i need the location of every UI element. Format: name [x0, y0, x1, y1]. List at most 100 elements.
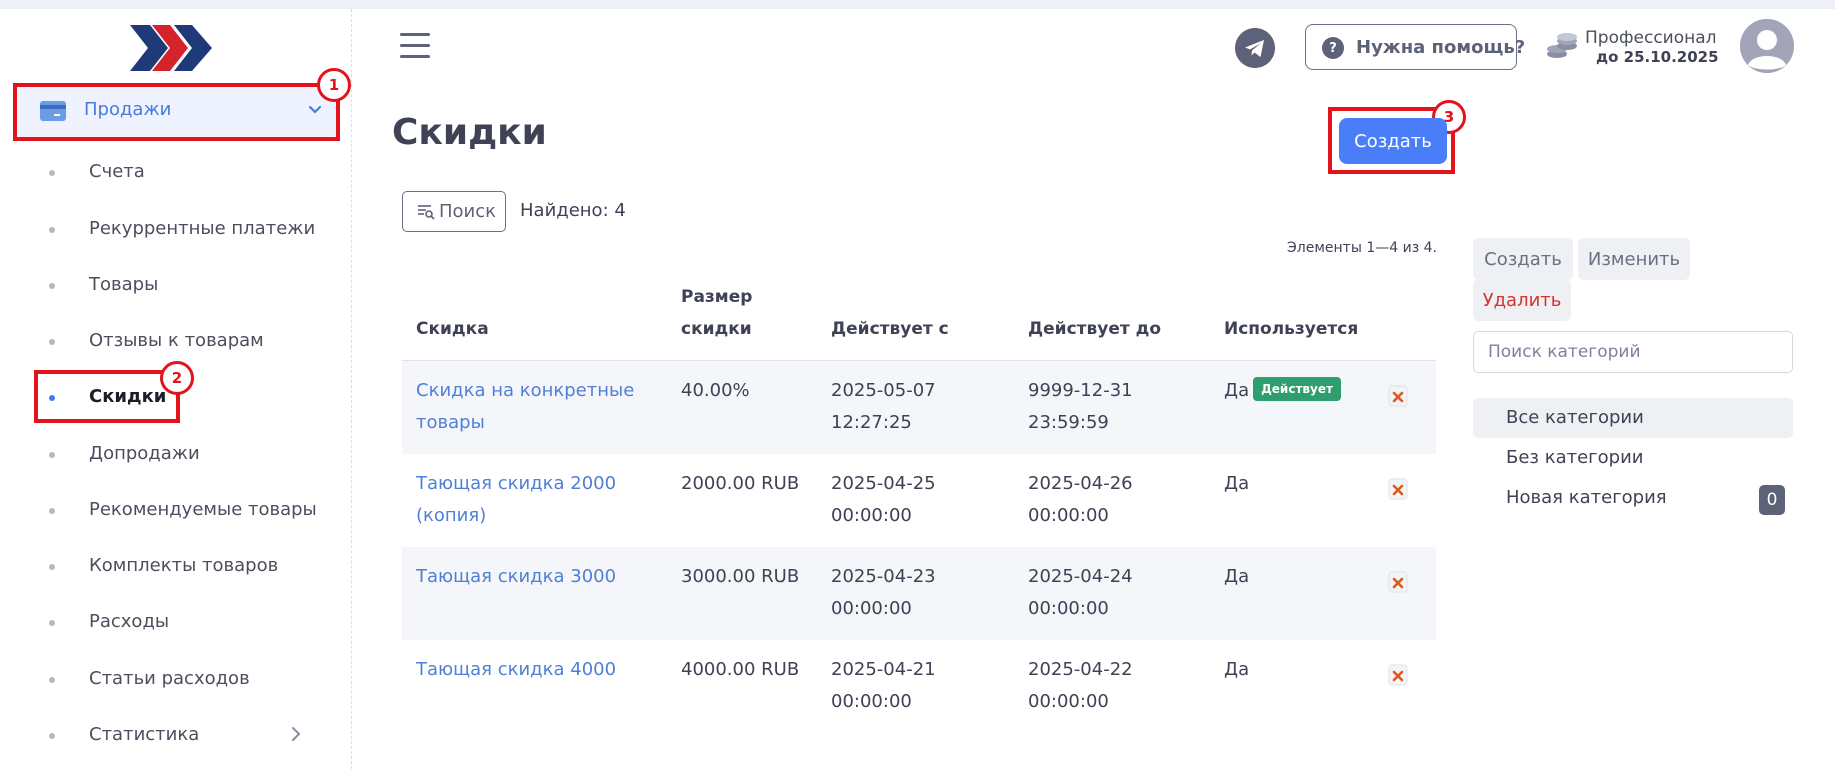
bullet-icon [49, 564, 55, 570]
valid-from-time: 00:00:00 [831, 598, 912, 619]
valid-to-date: 2025-04-24 [1028, 566, 1133, 587]
category-edit-button[interactable]: Изменить [1578, 238, 1690, 280]
sidebar-item-upsells[interactable]: Допродажи [0, 436, 352, 472]
sidebar-item-statistics[interactable]: Статистика [0, 717, 352, 753]
question-icon: ? [1322, 37, 1344, 59]
discount-name-link[interactable]: Скидка на конкретные [416, 375, 634, 407]
valid-from-date: 2025-04-25 [831, 473, 936, 494]
valid-from-time: 12:27:25 [831, 412, 912, 433]
bullet-icon [49, 452, 55, 458]
sidebar-item-label: Товары [89, 274, 159, 295]
sidebar-item-recommended-products[interactable]: Рекомендуемые товары [0, 492, 352, 528]
sidebar-item-label: Счета [89, 161, 145, 182]
valid-to-date: 9999-12-31 [1028, 380, 1133, 401]
pagination-summary: Элементы 1—4 из 4. [1287, 240, 1437, 256]
sidebar-item-product-reviews[interactable]: Отзывы к товарам [0, 323, 352, 359]
status-badge: Действует [1253, 377, 1341, 401]
sidebar-item-label: Статистика [89, 724, 200, 745]
sidebar-item-label: Статьи расходов [89, 668, 250, 689]
help-button-label: Нужна помощь? [1356, 37, 1526, 58]
help-button[interactable]: ? Нужна помощь? [1305, 24, 1525, 70]
category-create-button[interactable]: Создать [1473, 238, 1573, 280]
search-button[interactable]: Поиск [402, 191, 506, 232]
sidebar-item-invoices[interactable]: Счета [0, 154, 352, 190]
subscription-plan[interactable]: Профессионал до 25.10.2025 [1545, 26, 1725, 68]
table-header: Скидка Размер скидки Действует с Действу… [402, 275, 1436, 361]
column-header-size-line2[interactable]: скидки [681, 313, 752, 345]
user-avatar-icon[interactable] [1740, 19, 1794, 73]
chevron-right-icon [292, 727, 301, 741]
sidebar-item-products[interactable]: Товары [0, 267, 352, 303]
discount-size: 4000.00 RUB [681, 659, 800, 680]
bullet-icon [49, 283, 55, 289]
column-header-discount[interactable]: Скидка [416, 313, 489, 345]
coins-icon [1547, 33, 1577, 58]
column-header-size-line1[interactable]: Размер [681, 281, 752, 313]
sidebar-item-label: Рекуррентные платежи [89, 218, 316, 239]
valid-to-time: 00:00:00 [1028, 598, 1109, 619]
discount-name-link-cont[interactable]: товары [416, 407, 485, 439]
logo-icon[interactable] [130, 23, 214, 73]
discounts-table: Скидка Размер скидки Действует с Действу… [402, 275, 1436, 733]
valid-from-time: 00:00:00 [831, 505, 912, 526]
bullet-icon [49, 733, 55, 739]
discount-name-link[interactable]: Тающая скидка 3000 [416, 561, 616, 593]
annotation-marker-2: 2 [160, 361, 194, 395]
column-header-valid-to[interactable]: Действует до [1028, 313, 1161, 345]
category-label: Без категории [1506, 447, 1644, 468]
bullet-icon [49, 620, 55, 626]
sidebar-item-expense-items[interactable]: Статьи расходов [0, 661, 352, 697]
annotation-marker-1: 1 [317, 68, 351, 102]
discount-name-link[interactable]: Тающая скидка 2000 [416, 468, 616, 500]
table-row: Скидка на конкретные товары 40.00% 2025-… [402, 361, 1436, 454]
used-cell: Да Действует [1224, 375, 1341, 407]
valid-to-time: 00:00:00 [1028, 691, 1109, 712]
create-discount-button[interactable]: Создать [1339, 118, 1447, 164]
discount-size: 40.00% [681, 380, 750, 401]
discount-name-link[interactable]: Тающая скидка 4000 [416, 654, 616, 686]
used-value: Да [1224, 473, 1250, 494]
column-header-used[interactable]: Используется [1224, 313, 1358, 345]
valid-from-time: 00:00:00 [831, 691, 912, 712]
found-count: Найдено: 4 [520, 200, 626, 221]
valid-from-date: 2025-05-07 [831, 380, 936, 401]
search-button-label: Поиск [439, 201, 497, 222]
sidebar-item-label: Допродажи [89, 443, 200, 464]
category-item-uncategorized[interactable]: Без категории [1473, 438, 1793, 478]
column-header-valid-from[interactable]: Действует с [831, 313, 949, 345]
category-label: Все категории [1506, 407, 1644, 428]
sidebar-item-label: Расходы [89, 611, 170, 632]
discount-name-link-cont[interactable]: (копия) [416, 500, 486, 532]
sidebar-item-product-bundles[interactable]: Комплекты товаров [0, 548, 352, 584]
sidebar-item-label: Отзывы к товарам [89, 330, 264, 351]
delete-icon[interactable] [1388, 571, 1408, 593]
sidebar-item-recurring-payments[interactable]: Рекуррентные платежи [0, 211, 352, 247]
telegram-icon[interactable] [1235, 28, 1275, 68]
table-row: Тающая скидка 2000 (копия) 2000.00 RUB 2… [402, 454, 1436, 547]
bullet-icon [49, 677, 55, 683]
category-delete-button[interactable]: Удалить [1473, 279, 1571, 321]
bullet-icon [49, 339, 55, 345]
table-row: Тающая скидка 3000 3000.00 RUB 2025-04-2… [402, 547, 1436, 640]
valid-to-date: 2025-04-22 [1028, 659, 1133, 680]
used-value: Да [1224, 380, 1250, 401]
plan-name: Профессионал [1585, 28, 1717, 48]
category-item-new[interactable]: Новая категория 0 [1473, 478, 1793, 518]
delete-icon[interactable] [1388, 385, 1408, 407]
bullet-icon [49, 227, 55, 233]
valid-from-date: 2025-04-21 [831, 659, 936, 680]
menu-toggle-icon[interactable] [400, 33, 430, 59]
table-row: Тающая скидка 4000 4000.00 RUB 2025-04-2… [402, 640, 1436, 733]
discount-size: 3000.00 RUB [681, 566, 800, 587]
category-item-all[interactable]: Все категории [1473, 398, 1793, 438]
valid-to-time: 00:00:00 [1028, 505, 1109, 526]
valid-to-date: 2025-04-26 [1028, 473, 1133, 494]
delete-icon[interactable] [1388, 478, 1408, 500]
delete-icon[interactable] [1388, 664, 1408, 686]
category-search-input[interactable] [1473, 331, 1793, 373]
sidebar-item-expenses[interactable]: Расходы [0, 604, 352, 640]
category-count-badge: 0 [1759, 485, 1785, 515]
annotation-box-2 [34, 370, 180, 423]
sidebar-item-label: Комплекты товаров [89, 555, 279, 576]
valid-from-date: 2025-04-23 [831, 566, 936, 587]
